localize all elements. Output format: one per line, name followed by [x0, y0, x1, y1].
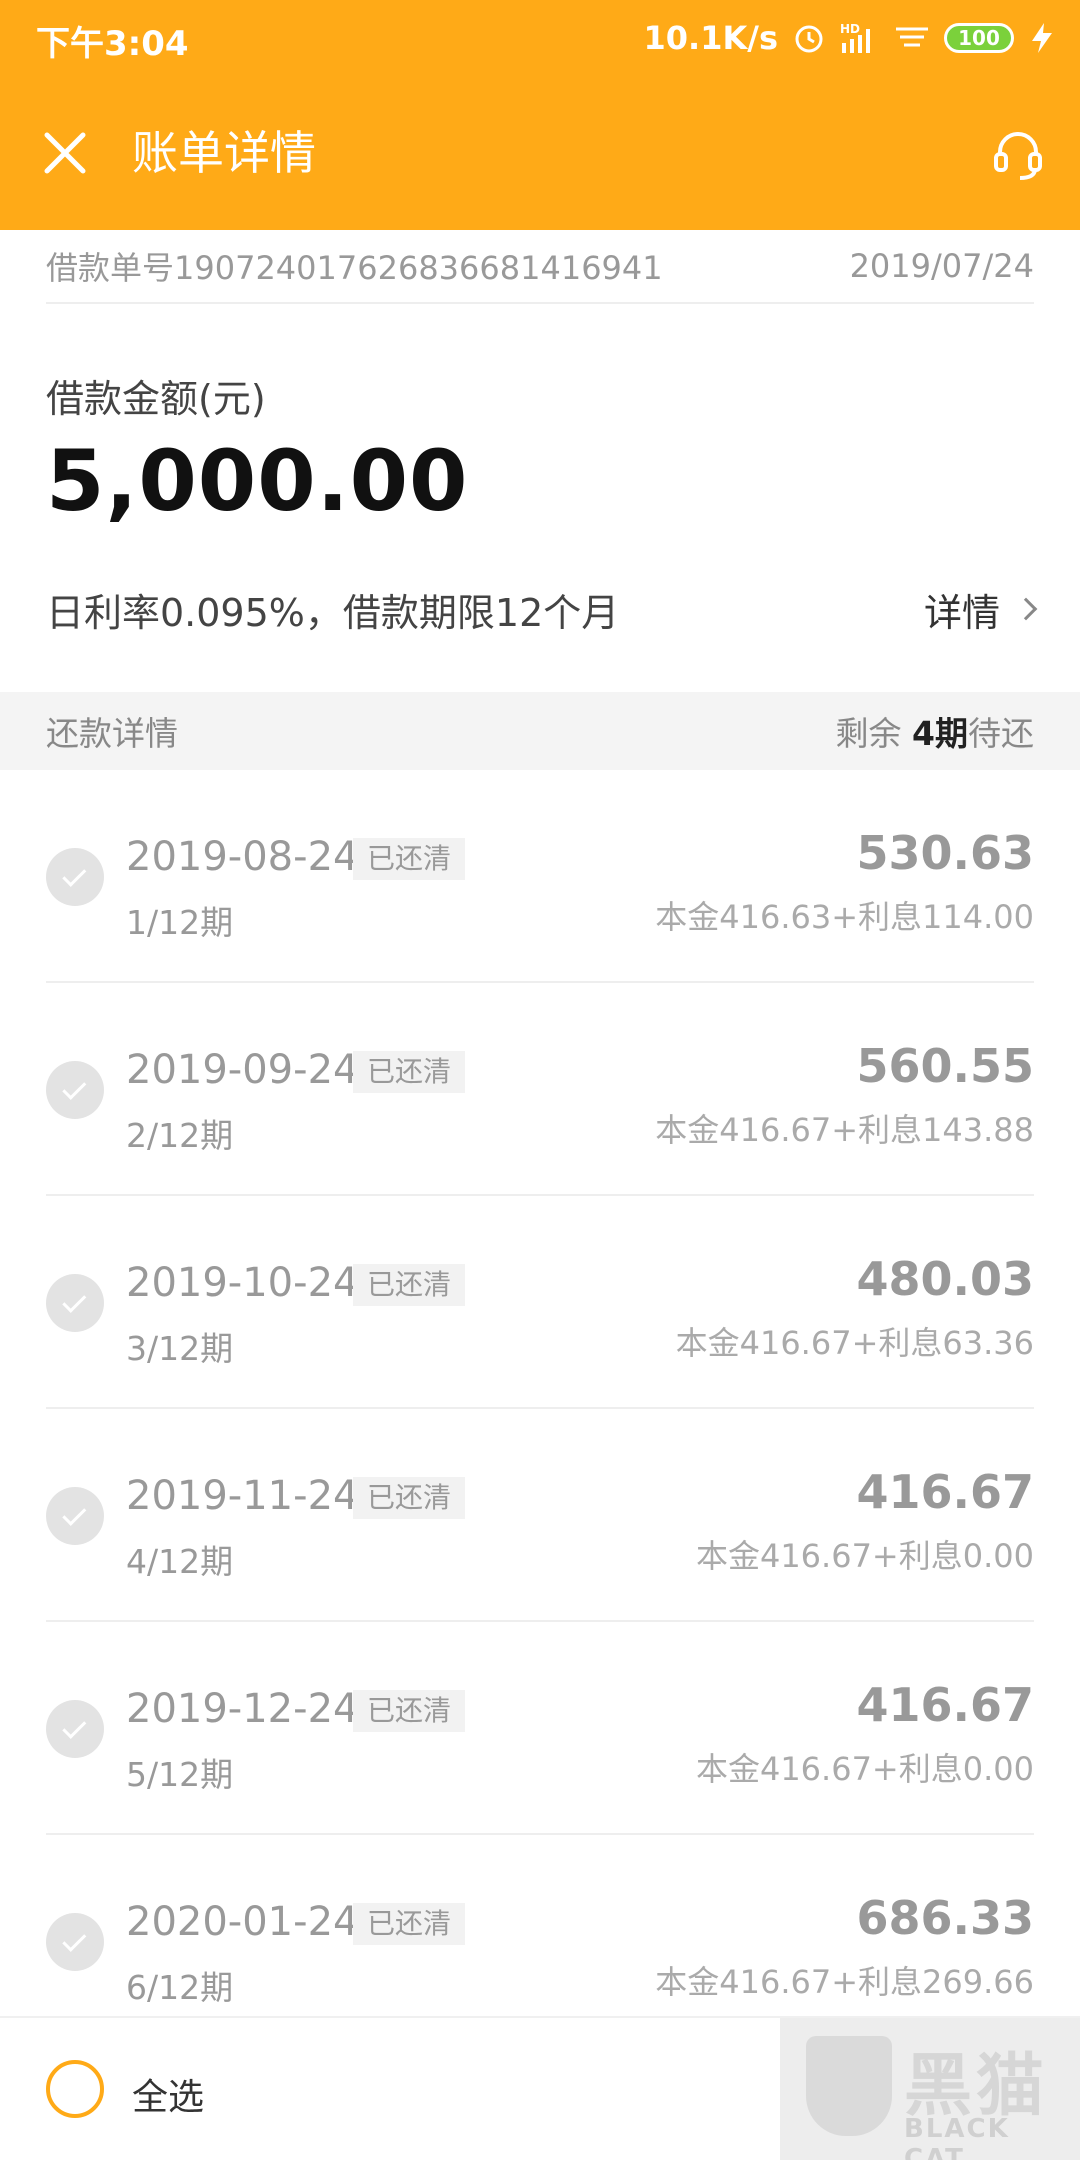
period: 2/12期	[126, 1116, 234, 1155]
row-amount: 560.55	[856, 1039, 1034, 1093]
amount-value: 5,000.00	[46, 432, 469, 530]
remain-suffix: 待还	[968, 714, 1034, 753]
check-icon	[46, 1274, 104, 1332]
charging-icon	[1028, 21, 1056, 55]
loan-date: 2019/07/24	[849, 247, 1034, 285]
detail-link-label: 详情	[923, 590, 1000, 635]
due-date: 2019-12-24	[126, 1686, 359, 1732]
due-date: 2019-09-24	[126, 1047, 359, 1093]
amount-label: 借款金额(元)	[46, 377, 266, 421]
status-badge: 已还清	[353, 1903, 466, 1945]
select-all-label[interactable]: 全选	[132, 2068, 204, 2120]
app-header: 下午3:04 10.1K/s HD 100 账单详情	[0, 0, 1080, 230]
repayment-list: 2019-08-24 已还清 1/12期 530.63 本金416.63+利息1…	[0, 770, 1080, 2048]
repayment-section-header: 还款详情 剩余 4期待还	[0, 692, 1080, 770]
page-title: 账单详情	[132, 126, 316, 180]
check-icon	[46, 848, 104, 906]
detail-link[interactable]: 详情	[923, 582, 1038, 637]
list-item[interactable]: 2019-11-24 已还清 4/12期 416.67 本金416.67+利息0…	[46, 1409, 1034, 1622]
status-badge: 已还清	[353, 1051, 466, 1093]
list-item[interactable]: 2019-10-24 已还清 3/12期 480.03 本金416.67+利息6…	[46, 1196, 1034, 1409]
period: 5/12期	[126, 1755, 234, 1794]
period: 1/12期	[126, 903, 234, 942]
bottom-bar: 全选 黑猫 BLACK CAT	[0, 2016, 1080, 2160]
status-time: 下午3:04	[36, 24, 189, 64]
chevron-right-icon	[1014, 597, 1038, 621]
svg-text:HD: HD	[840, 22, 860, 36]
headset-icon	[994, 132, 1042, 180]
net-speed: 10.1K/s	[643, 19, 778, 57]
watermark-logo: 黑猫 BLACK CAT	[780, 2018, 1080, 2160]
due-date: 2020-01-24	[126, 1899, 359, 1945]
status-badge: 已还清	[353, 1264, 466, 1306]
title-bar: 账单详情	[0, 100, 1080, 208]
row-breakdown: 本金416.67+利息269.66	[655, 1963, 1034, 2001]
status-badge: 已还清	[353, 1477, 466, 1519]
close-icon	[44, 132, 86, 174]
due-date: 2019-08-24	[126, 834, 359, 880]
due-date: 2019-11-24	[126, 1473, 359, 1519]
loan-number-row: 借款单号19072401762683668141694​1 2019/07/24	[46, 230, 1034, 304]
section-label: 还款详情	[46, 714, 178, 753]
row-amount: 416.67	[856, 1465, 1034, 1519]
period: 4/12期	[126, 1542, 234, 1581]
alarm-icon	[792, 21, 826, 55]
row-amount: 416.67	[856, 1678, 1034, 1732]
cat-shield-icon	[806, 2036, 892, 2136]
customer-service-button[interactable]	[980, 116, 1056, 192]
signal-icon: HD	[840, 21, 880, 55]
status-badge: 已还清	[353, 838, 466, 880]
row-breakdown: 本金416.63+利息114.00	[655, 898, 1034, 936]
row-breakdown: 本金416.67+利息0.00	[695, 1537, 1034, 1575]
status-bar: 下午3:04 10.1K/s HD 100	[0, 0, 1080, 76]
period: 6/12期	[126, 1968, 234, 2007]
list-item[interactable]: 2019-12-24 已还清 5/12期 416.67 本金416.67+利息0…	[46, 1622, 1034, 1835]
rate-text: 日利率0.095%，借款期限12个月	[46, 590, 620, 635]
remain-prefix: 剩余	[835, 714, 913, 753]
status-badge: 已还清	[353, 1690, 466, 1732]
close-button[interactable]	[30, 118, 100, 188]
remain-count: 4期	[912, 714, 968, 753]
row-breakdown: 本金416.67+利息143.88	[655, 1111, 1034, 1149]
row-amount: 530.63	[856, 826, 1034, 880]
check-icon	[46, 1913, 104, 1971]
row-breakdown: 本金416.67+利息63.36	[675, 1324, 1034, 1362]
row-amount: 480.03	[856, 1252, 1034, 1306]
select-all-checkbox[interactable]	[46, 2060, 104, 2118]
check-icon	[46, 1700, 104, 1758]
loan-number: 借款单号19072401762683668141694​1	[46, 249, 663, 287]
check-icon	[46, 1487, 104, 1545]
row-breakdown: 本金416.67+利息0.00	[695, 1750, 1034, 1788]
check-icon	[46, 1061, 104, 1119]
period: 3/12期	[126, 1329, 234, 1368]
remaining-periods: 剩余 4期待还	[836, 707, 1034, 755]
list-item[interactable]: 2019-08-24 已还清 1/12期 530.63 本金416.63+利息1…	[46, 770, 1034, 983]
due-date: 2019-10-24	[126, 1260, 359, 1306]
status-icons: 10.1K/s HD 100	[644, 14, 1056, 62]
wifi-icon	[894, 23, 930, 53]
battery-icon: 100	[944, 23, 1014, 53]
list-item[interactable]: 2019-09-24 已还清 2/12期 560.55 本金416.67+利息1…	[46, 983, 1034, 1196]
watermark-en: BLACK CAT	[904, 2114, 1010, 2160]
row-amount: 686.33	[856, 1891, 1034, 1945]
rate-row: 日利率0.095%，借款期限12个月 详情	[46, 576, 1038, 642]
